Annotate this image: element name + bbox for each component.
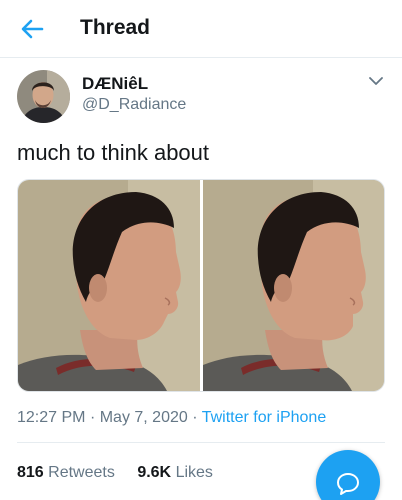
reply-bubble-icon <box>337 473 359 495</box>
tweet-photo-1[interactable] <box>18 180 200 391</box>
likes-label: Likes <box>175 464 213 481</box>
tweet-stats: 816 Retweets 9.6K Likes <box>17 464 213 482</box>
tweet-media[interactable] <box>17 179 385 392</box>
likes-stat[interactable]: 9.6K Likes <box>137 464 213 481</box>
avatar[interactable] <box>17 70 70 123</box>
tweet-time[interactable]: 12:27 PM <box>17 409 85 426</box>
author-display-name[interactable]: DÆNiêL <box>82 74 148 94</box>
retweets-label: Retweets <box>48 464 115 481</box>
likes-count: 9.6K <box>137 464 172 481</box>
tweet-photo-2[interactable] <box>203 180 384 391</box>
chevron-down-icon[interactable] <box>366 74 386 88</box>
thread-header: Thread <box>0 0 402 58</box>
tweet-source-link[interactable]: Twitter for iPhone <box>202 409 327 426</box>
tweet-timestamp: 12:27 PM · May 7, 2020 · Twitter for iPh… <box>17 409 326 427</box>
meta-separator: · <box>89 409 96 426</box>
divider <box>17 442 385 443</box>
tweet-text: much to think about <box>17 140 210 165</box>
arrow-left-icon[interactable] <box>16 14 50 44</box>
retweets-stat[interactable]: 816 Retweets <box>17 464 119 481</box>
tweet-date[interactable]: May 7, 2020 <box>100 409 188 426</box>
author-handle[interactable]: @D_Radiance <box>82 96 186 114</box>
reply-compose-button[interactable] <box>316 450 380 500</box>
page-title: Thread <box>80 16 151 39</box>
retweets-count: 816 <box>17 464 44 481</box>
meta-separator: · <box>192 409 198 426</box>
